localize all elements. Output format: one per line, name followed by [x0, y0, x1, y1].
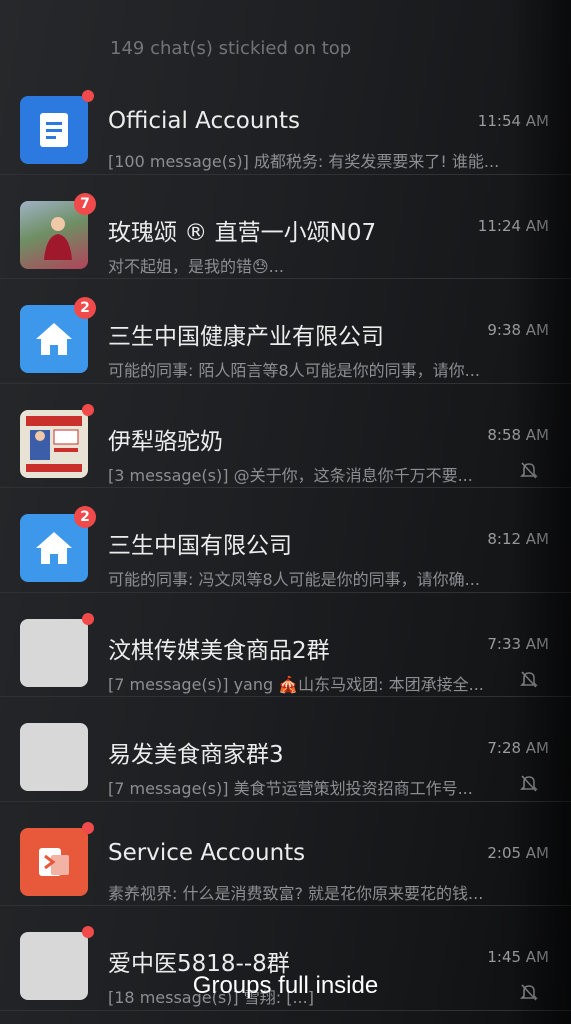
chat-row-sansheng-china[interactable]: 2 三生中国有限公司 可能的同事: 冯文凤等8人可能是你的同事，请你确... 8… — [0, 488, 571, 593]
contact-photo-avatar: 7 — [20, 192, 96, 269]
document-icon — [40, 113, 68, 147]
video-caption: Groups full inside — [192, 972, 379, 999]
chat-time: 11:24 AM — [477, 216, 549, 235]
chat-preview: 素养视界: 什么是消费致富? 就是花你原来要花的钱... — [108, 883, 484, 903]
chat-time: 1:45 AM — [487, 948, 549, 966]
chat-time: 8:12 AM — [487, 530, 549, 548]
home-icon — [36, 323, 72, 355]
unread-badge: 7 — [74, 192, 96, 215]
mute-bell-icon — [520, 461, 538, 479]
chat-row-sansheng-health[interactable]: 2 三生中国健康产业有限公司 可能的同事: 陌人陌言等8人可能是你的同事，请你.… — [0, 279, 571, 384]
chat-time: 11:54 AM — [477, 112, 549, 130]
company-avatar: 2 — [20, 506, 96, 582]
chat-time: 9:38 AM — [487, 321, 549, 339]
chat-preview: [3 message(s)] @关于你，这条消息你千万不要... — [108, 465, 473, 485]
person-silhouette-icon — [44, 216, 72, 260]
chat-title: Service Accounts — [108, 839, 306, 866]
chat-row-food-merchants-3[interactable]: 易发美食商家群3 [7 message(s)] 美食节运营策划投资招商工作号..… — [0, 697, 571, 802]
promo-image-icon — [26, 415, 82, 472]
chat-row-camel-milk[interactable]: 伊犁骆驼奶 [3 message(s)] @关于你，这条消息你千万不要... 8… — [0, 384, 571, 488]
chat-list-screen: 149 chat(s) stickied on top Official Acc… — [0, 0, 571, 1024]
unread-badge: 2 — [74, 506, 96, 528]
mute-bell-icon — [520, 670, 538, 688]
chat-row-food-group-2[interactable]: 汶棋传媒美食商品2群 [7 message(s)] yang 🎪山东马戏团: 本… — [0, 593, 571, 697]
group-grid-avatar — [20, 612, 94, 687]
official-accounts-avatar — [20, 90, 94, 164]
chat-list: Official Accounts [100 message(s)] 成都税务:… — [0, 70, 571, 1011]
promo-avatar — [20, 403, 94, 478]
unread-dot — [82, 90, 94, 102]
chat-row-official-accounts[interactable]: Official Accounts [100 message(s)] 成都税务:… — [0, 70, 571, 175]
unread-dot — [82, 612, 94, 625]
chat-title: 三生中国健康产业有限公司 — [108, 324, 384, 350]
chat-preview: [100 message(s)] 成都税务: 有奖发票要来了! 谁能... — [108, 152, 500, 171]
service-icon — [39, 847, 69, 876]
service-accounts-avatar — [20, 821, 94, 896]
unread-dot — [82, 926, 94, 938]
chat-preview: [7 message(s)] yang 🎪山东马戏团: 本团承接全... — [108, 674, 484, 694]
home-icon — [36, 532, 72, 564]
mute-bell-icon — [520, 775, 538, 792]
chat-title: 三生中国有限公司 — [108, 533, 292, 559]
stickied-count-label: 149 chat(s) stickied on top — [110, 38, 352, 59]
chat-title: 易发美食商家群3 — [108, 742, 284, 768]
chat-title: 汶棋传媒美食商品2群 — [108, 637, 330, 664]
chat-preview: [7 message(s)] 美食节运营策划投资招商工作号... — [108, 779, 473, 798]
company-avatar: 2 — [20, 297, 96, 373]
chat-title: 伊犁骆驼奶 — [108, 428, 223, 455]
chat-title: 玫瑰颂 ® 直营一小颂N07 — [108, 219, 377, 246]
chat-preview: 可能的同事: 陌人陌言等8人可能是你的同事，请你... — [108, 361, 480, 380]
chat-row-rose-store[interactable]: 7 玫瑰颂 ® 直营一小颂N07 对不起姐，是我的错😓... 11:24 AM — [0, 175, 571, 279]
unread-dot — [82, 821, 94, 834]
chat-row-service-accounts[interactable]: Service Accounts 素养视界: 什么是消费致富? 就是花你原来要花… — [0, 802, 571, 906]
chat-preview: 对不起姐，是我的错😓... — [108, 256, 284, 276]
chat-title: Official Accounts — [108, 108, 301, 134]
chat-time: 8:58 AM — [487, 425, 549, 444]
chat-time: 2:05 AM — [487, 843, 549, 862]
group-grid-avatar — [20, 723, 88, 791]
chat-preview: 可能的同事: 冯文凤等8人可能是你的同事，请你确... — [108, 570, 480, 589]
chat-time: 7:28 AM — [487, 739, 549, 757]
chat-time: 7:33 AM — [487, 634, 549, 653]
unread-dot — [82, 403, 94, 416]
unread-badge: 2 — [74, 297, 96, 319]
